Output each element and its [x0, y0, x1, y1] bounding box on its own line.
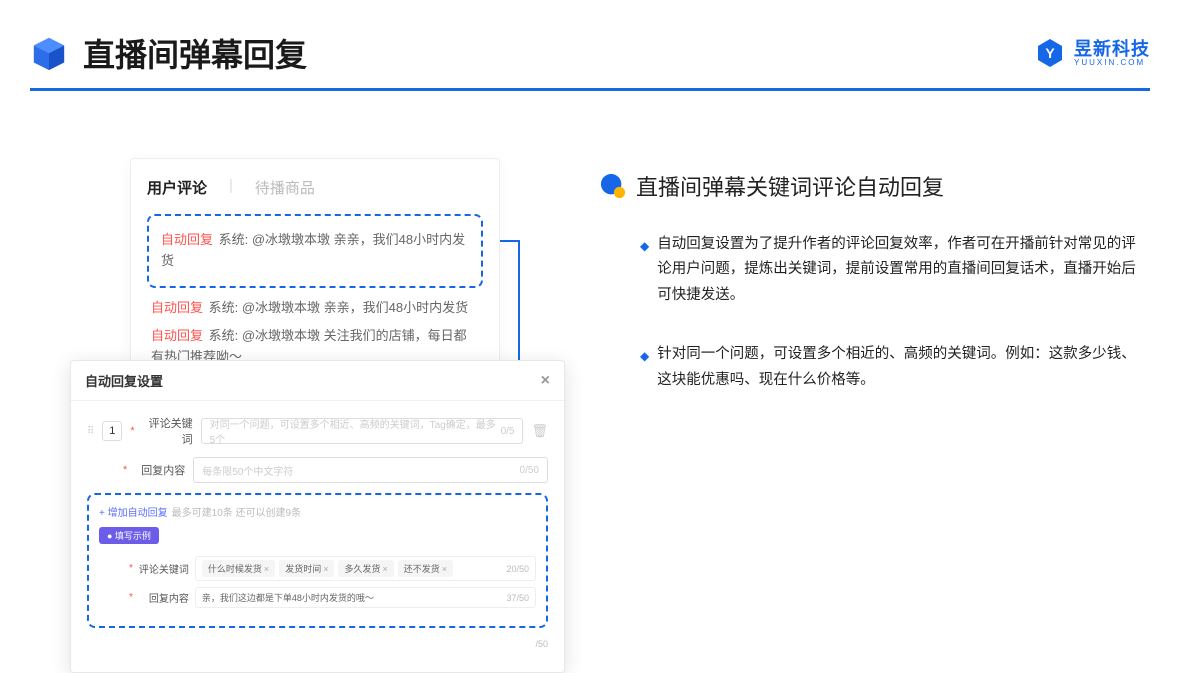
tab-divider: |	[229, 177, 233, 198]
keyword-chip[interactable]: 还不发货×	[398, 560, 453, 577]
brand-name-en: YUUXIN.COM	[1074, 59, 1150, 67]
chat-bubble-icon	[600, 173, 626, 199]
example-badge: ● 填写示例	[99, 527, 159, 544]
cube-icon	[30, 34, 68, 72]
example-keyword-label: 评论关键词	[139, 561, 189, 576]
example-section: + 增加自动回复最多可建10条 还可以创建9条 ● 填写示例 * 评论关键词 什…	[87, 493, 548, 628]
example-ct-count: 37/50	[506, 593, 529, 603]
reply-text-2: 系统: @冰墩墩本墩 亲亲，我们48小时内发货	[209, 300, 469, 315]
required-star: *	[130, 425, 134, 437]
delete-icon[interactable]: 🗑	[531, 423, 548, 439]
bullet-icon: ◆	[640, 346, 649, 393]
close-icon[interactable]: ×	[541, 372, 550, 390]
bullet-text-1: 自动回复设置为了提升作者的评论回复效率，作者可在开播前针对常见的评论用户问题，提…	[657, 232, 1140, 308]
required-star: *	[129, 563, 133, 574]
auto-reply-tag: 自动回复	[151, 300, 203, 315]
outer-count: /50	[535, 639, 548, 649]
auto-reply-settings-modal: 自动回复设置 × ⠿ 1 * 评论关键词 对同一个问题，可设置多个相近、高频的关…	[70, 360, 565, 673]
keyword-placeholder: 对同一个问题，可设置多个相近、高频的关键词，Tag确定，最多5个	[210, 416, 501, 446]
tab-user-comments[interactable]: 用户评论	[147, 177, 207, 198]
content-input[interactable]: 每条限50个中文字符 0/50	[193, 457, 548, 483]
example-keyword-input[interactable]: 什么时候发货× 发货时间× 多久发货× 还不发货× 20/50	[195, 556, 536, 581]
example-content-input[interactable]: 亲，我们这边都是下单48小时内发货的哦～ 37/50	[195, 587, 536, 608]
add-reply-link[interactable]: + 增加自动回复	[99, 508, 168, 519]
brand-name-cn: 昱新科技	[1074, 40, 1150, 58]
example-content-text: 亲，我们这边都是下单48小时内发货的哦～	[202, 591, 374, 604]
highlighted-reply: 自动回复 系统: @冰墩墩本墩 亲亲，我们48小时内发货	[147, 214, 483, 288]
bullet-icon: ◆	[640, 236, 649, 308]
keyword-label: 评论关键词	[143, 415, 193, 447]
modal-title: 自动回复设置	[85, 371, 163, 390]
auto-reply-tag: 自动回复	[151, 328, 203, 343]
keyword-input[interactable]: 对同一个问题，可设置多个相近、高频的关键词，Tag确定，最多5个 0/5	[201, 418, 524, 444]
rule-index: 1	[102, 421, 122, 441]
keyword-count: 0/5	[501, 426, 515, 437]
content-label: 回复内容	[135, 462, 185, 478]
brand-logo: Y 昱新科技 YUUXIN.COM	[1034, 37, 1150, 69]
keyword-chip[interactable]: 什么时候发货×	[202, 560, 275, 577]
tab-pending-products[interactable]: 待播商品	[255, 177, 315, 198]
required-star: *	[123, 464, 127, 476]
keyword-chip[interactable]: 多久发货×	[338, 560, 393, 577]
content-placeholder: 每条限50个中文字符	[202, 463, 293, 478]
required-star: *	[129, 592, 133, 603]
example-kw-count: 20/50	[506, 564, 529, 574]
keyword-chip[interactable]: 发货时间×	[279, 560, 334, 577]
drag-handle-icon[interactable]: ⠿	[87, 426, 94, 437]
bullet-text-2: 针对同一个问题，可设置多个相近的、高频的关键词。例如：这款多少钱、这块能优惠吗、…	[657, 342, 1140, 393]
example-content-label: 回复内容	[139, 590, 189, 605]
auto-reply-tag: 自动回复	[161, 232, 213, 247]
content-count: 0/50	[520, 465, 539, 476]
page-title: 直播间弹幕回复	[83, 30, 307, 76]
add-reply-hint: 最多可建10条 还可以创建9条	[172, 508, 301, 519]
header-divider	[30, 88, 1150, 91]
section-title: 直播间弹幕关键词评论自动回复	[636, 170, 944, 202]
svg-text:Y: Y	[1045, 45, 1055, 61]
